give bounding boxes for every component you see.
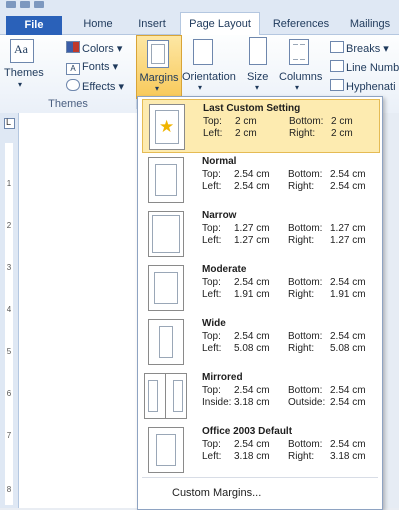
margin-option-narrow[interactable]: Narrow Top: 1.27 cm Bottom: 1.27 cm Left: 1.… [142, 207, 378, 259]
size-button[interactable]: Size [247, 71, 268, 83]
ruler-number: 7 [6, 431, 12, 440]
size-icon[interactable] [249, 37, 267, 65]
margin-preview-icon [144, 373, 166, 419]
tab-home[interactable]: Home [78, 14, 118, 34]
tab-references[interactable]: References [268, 14, 334, 34]
fonts-icon: A [66, 63, 80, 75]
ruler-number: 2 [6, 221, 12, 230]
chevron-down-icon: ▾ [255, 83, 260, 92]
option-title: Office 2003 Default [202, 426, 293, 437]
orientation-icon[interactable] [193, 39, 213, 65]
option-title: Moderate [202, 264, 247, 275]
effects-button[interactable]: Effects ▾ [66, 79, 124, 93]
margin-option-mirrored[interactable]: Mirrored Top: 2.54 cm Bottom: 2.54 cm Insid… [142, 369, 378, 421]
save-icon[interactable] [6, 1, 16, 8]
margin-option-normal[interactable]: Normal Top: 2.54 cm Bottom: 2.54 cm Left: 2.… [142, 153, 378, 205]
colors-icon [66, 41, 80, 53]
fonts-button[interactable]: A Fonts ▾ [66, 60, 118, 75]
margin-preview-icon [148, 427, 184, 473]
margins-icon [147, 40, 169, 68]
vertical-ruler: L 1 2 3 4 5 6 7 8 [0, 113, 19, 508]
ribbon-tabs: File Home Insert Page Layout References … [0, 10, 399, 36]
ruler-number: 6 [6, 389, 12, 398]
effects-icon [66, 79, 80, 91]
line-numbers-icon [330, 60, 344, 72]
tab-file[interactable]: File [6, 16, 62, 35]
margin-option-moderate[interactable]: Moderate Top: 2.54 cm Bottom: 2.54 cm Left:… [142, 261, 378, 313]
menu-divider [142, 477, 378, 478]
undo-icon[interactable] [20, 1, 30, 8]
columns-icon[interactable] [289, 39, 309, 65]
themes-icon[interactable]: Aa [10, 39, 34, 63]
margin-preview-icon: ★ [149, 104, 185, 150]
margin-option-last-custom[interactable]: ★ Last Custom Setting Top: 2 cm Bottom: 2 c… [142, 99, 380, 153]
margins-dropdown: ★ Last Custom Setting Top: 2 cm Bottom: 2 c… [137, 96, 383, 510]
orientation-button[interactable]: Orientation [182, 71, 236, 83]
themes-group-label: Themes [48, 98, 88, 110]
margins-label: Margins [139, 72, 179, 84]
columns-button[interactable]: Columns [279, 71, 322, 83]
margin-preview-icon [148, 211, 184, 257]
ruler-number: 4 [6, 305, 12, 314]
chevron-down-icon: ▾ [18, 80, 23, 89]
margin-preview-icon [148, 265, 184, 311]
option-title: Last Custom Setting [203, 103, 301, 114]
quick-access-toolbar [0, 0, 399, 10]
redo-icon[interactable] [34, 1, 44, 8]
ruler-number: 3 [6, 263, 12, 272]
hyphenation-button[interactable]: Hyphenati [330, 79, 396, 93]
tab-selector[interactable]: L [4, 117, 15, 129]
themes-button[interactable]: Themes [4, 67, 44, 79]
custom-margins-button[interactable]: Custom Margins... [172, 487, 261, 499]
ruler-number: 1 [6, 179, 12, 188]
margin-preview-icon [165, 373, 187, 419]
margins-button[interactable]: Margins ▾ [136, 35, 182, 99]
chevron-down-icon: ▾ [155, 84, 160, 93]
ruler-strip [5, 143, 13, 505]
ruler-number: 8 [6, 485, 12, 494]
option-title: Narrow [202, 210, 237, 221]
breaks-button[interactable]: Breaks ▾ [330, 41, 389, 55]
colors-button[interactable]: Colors ▾ [66, 41, 122, 55]
line-numbers-button[interactable]: Line Numb [330, 60, 399, 74]
option-title: Wide [202, 318, 226, 329]
tab-page-layout[interactable]: Page Layout [180, 12, 260, 36]
margin-option-wide[interactable]: Wide Top: 2.54 cm Bottom: 2.54 cm Left: 5.08… [142, 315, 378, 367]
breaks-icon [330, 41, 344, 53]
star-icon: ★ [159, 117, 175, 136]
margin-preview-icon [148, 157, 184, 203]
margin-option-office-2003[interactable]: Office 2003 Default Top: 2.54 cm Bottom: 2.… [142, 423, 378, 475]
chevron-down-icon: ▾ [198, 83, 203, 92]
margin-preview-icon [148, 319, 184, 365]
option-title: Normal [202, 156, 237, 167]
chevron-down-icon: ▾ [295, 83, 300, 92]
option-title: Mirrored [202, 372, 243, 383]
hyphenation-icon [330, 79, 344, 91]
ruler-number: 5 [6, 347, 12, 356]
tab-mailings[interactable]: Mailings [342, 14, 398, 34]
tab-insert[interactable]: Insert [132, 14, 172, 34]
